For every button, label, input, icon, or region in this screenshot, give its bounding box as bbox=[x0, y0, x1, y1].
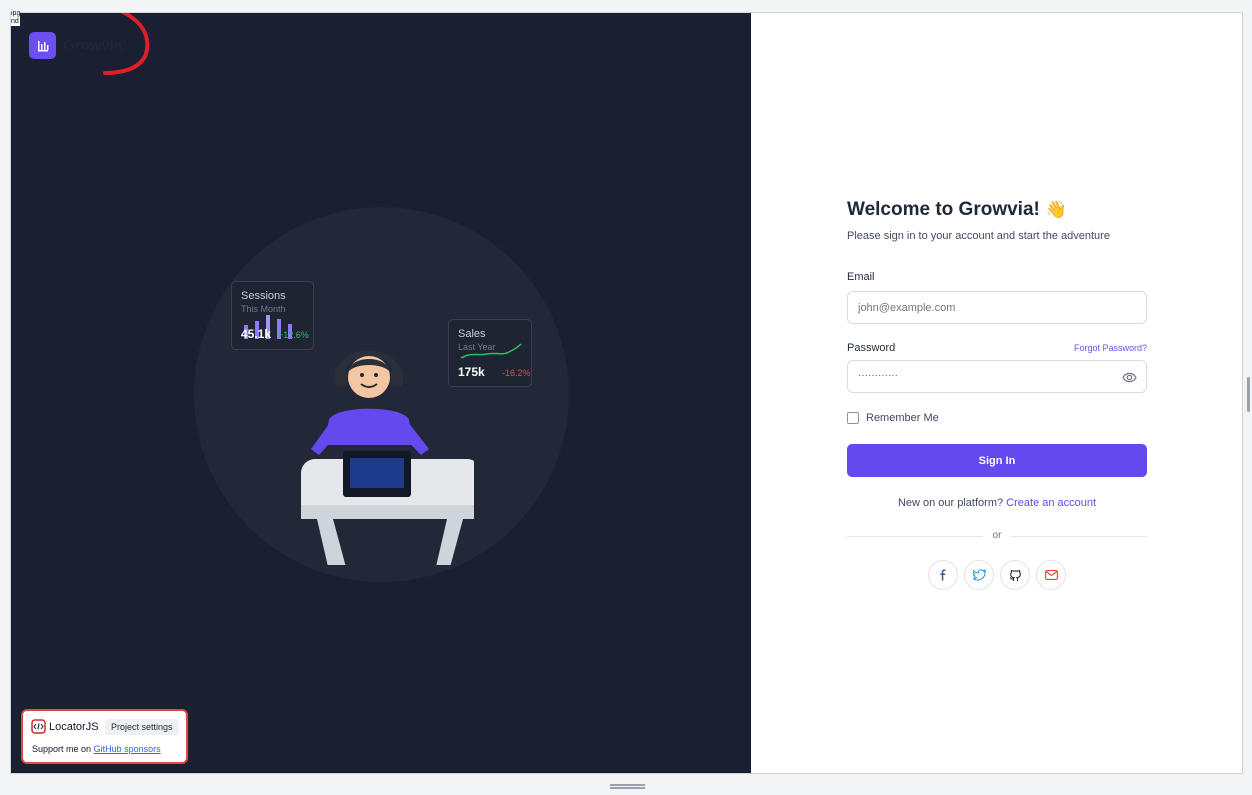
scrollbar-thumb[interactable] bbox=[1247, 377, 1250, 412]
new-on-platform-text: New on our platform? bbox=[897, 497, 1004, 509]
waving-hand-icon: 👋 bbox=[1045, 200, 1068, 219]
github-sponsors-link[interactable]: GitHub sponsors bbox=[94, 744, 161, 754]
locatorjs-brand: LocatorJS bbox=[31, 719, 99, 734]
facebook-button[interactable] bbox=[928, 560, 958, 590]
sessions-value: 45.1k bbox=[241, 327, 272, 341]
password-field[interactable]: ············ bbox=[847, 360, 1147, 393]
code-icon bbox=[31, 719, 46, 734]
resize-handle[interactable] bbox=[610, 784, 645, 789]
chart-icon bbox=[29, 32, 56, 59]
divider-line-right bbox=[1011, 536, 1147, 537]
or-divider: or bbox=[847, 530, 1147, 542]
remember-me-checkbox[interactable] bbox=[847, 412, 859, 424]
email-label: Email bbox=[847, 271, 875, 283]
email-button[interactable] bbox=[1036, 560, 1066, 590]
login-panel: Welcome to Growvia! 👋 Please sign in to … bbox=[751, 13, 1242, 773]
password-label: Password bbox=[847, 342, 896, 354]
illustration-panel: Growvia Sessions This Month 45.1k +12.6%… bbox=[11, 13, 751, 773]
corner-text-line-1: ipg bbox=[11, 10, 21, 17]
twitter-button[interactable] bbox=[964, 560, 994, 590]
sales-title: Sales bbox=[458, 328, 486, 340]
locatorjs-widget: LocatorJS Project settings Support me on… bbox=[21, 709, 188, 764]
sessions-subtitle: This Month bbox=[241, 304, 286, 314]
sales-delta: -16.2% bbox=[502, 368, 531, 378]
person-at-desk-illustration bbox=[301, 350, 474, 565]
sessions-delta: +12.6% bbox=[278, 330, 309, 340]
locatorjs-support: Support me on GitHub sponsors bbox=[32, 744, 161, 754]
project-settings-button[interactable]: Project settings bbox=[105, 719, 179, 735]
signup-prompt: New on our platform? Create an account bbox=[847, 497, 1147, 509]
login-subtitle: Please sign in to your account and start… bbox=[847, 230, 1110, 242]
red-annotation-stroke bbox=[103, 13, 150, 75]
social-login-buttons bbox=[928, 560, 1066, 590]
email-field[interactable] bbox=[847, 291, 1147, 324]
mail-icon bbox=[1044, 570, 1058, 580]
sessions-title: Sessions bbox=[241, 290, 286, 302]
page-title: Welcome to Growvia! 👋 bbox=[847, 199, 1147, 221]
sessions-card: Sessions This Month 45.1k +12.6% bbox=[231, 281, 314, 350]
remember-me[interactable]: Remember Me bbox=[847, 412, 939, 424]
corner-text: ipg nd bbox=[11, 10, 21, 26]
app-window: Growvia Sessions This Month 45.1k +12.6%… bbox=[10, 12, 1243, 774]
remember-me-label: Remember Me bbox=[866, 412, 939, 424]
sign-in-button[interactable]: Sign In bbox=[847, 444, 1147, 477]
forgot-password-link[interactable]: Forgot Password? bbox=[1074, 343, 1147, 353]
eye-icon[interactable] bbox=[1122, 371, 1137, 384]
welcome-heading: Welcome to Growvia! bbox=[847, 199, 1040, 220]
login-form: Welcome to Growvia! 👋 Please sign in to … bbox=[847, 199, 1147, 590]
twitter-icon bbox=[972, 569, 986, 581]
password-value: ············ bbox=[858, 370, 898, 381]
create-account-link[interactable]: Create an account bbox=[1006, 497, 1096, 509]
corner-text-line-2: nd bbox=[11, 18, 19, 25]
locatorjs-name: LocatorJS bbox=[49, 720, 99, 733]
github-icon bbox=[1009, 569, 1021, 581]
facebook-icon bbox=[940, 569, 946, 581]
support-text: Support me on bbox=[32, 744, 92, 754]
github-button[interactable] bbox=[1000, 560, 1030, 590]
